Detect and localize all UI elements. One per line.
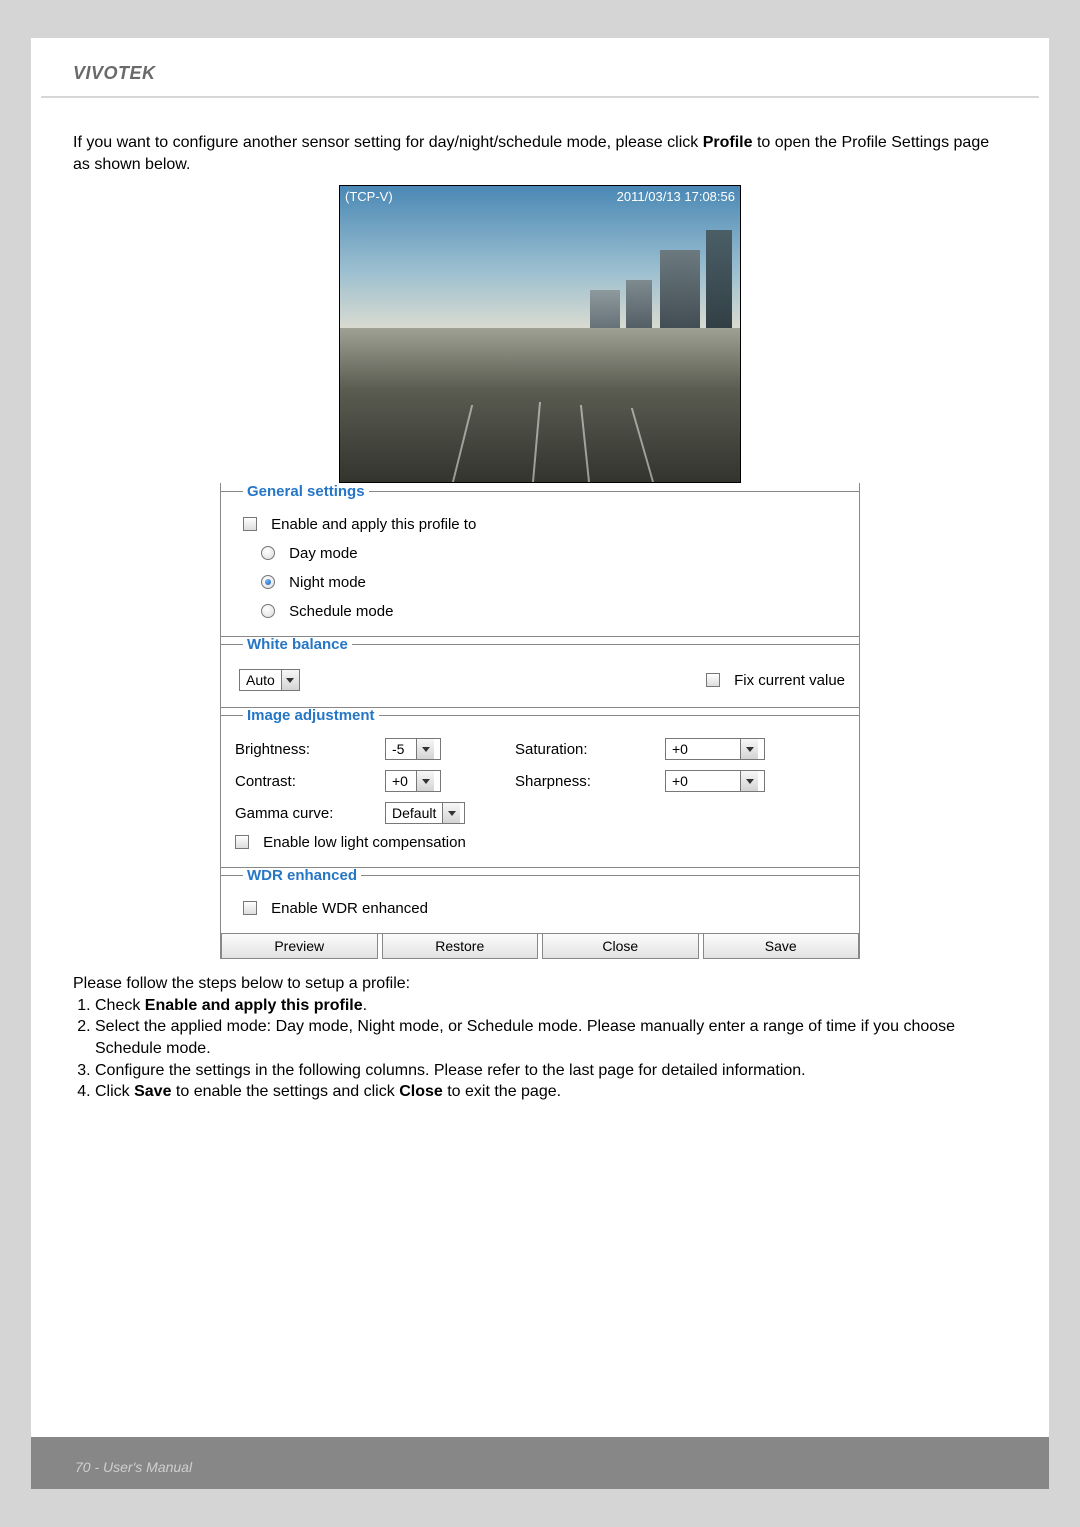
- day-mode-radio[interactable]: [261, 546, 275, 560]
- restore-button[interactable]: Restore: [382, 933, 539, 959]
- image-adjustment-group: Image adjustment Brightness: -5 Saturati…: [221, 707, 859, 868]
- contrast-select[interactable]: +0: [385, 770, 441, 792]
- dropdown-arrow-icon: [740, 739, 758, 759]
- step-4: Click Save to enable the settings and cl…: [95, 1081, 1007, 1103]
- saturation-label: Saturation:: [515, 741, 665, 758]
- schedule-mode-label: Schedule mode: [289, 603, 393, 620]
- steps-intro: Please follow the steps below to setup a…: [73, 973, 1007, 995]
- white-balance-group: White balance Auto Fix current value: [221, 636, 859, 708]
- contrast-value: +0: [386, 773, 416, 789]
- footer-sep: -: [91, 1459, 103, 1475]
- brightness-label: Brightness:: [235, 741, 385, 758]
- brightness-value: -5: [386, 741, 416, 757]
- video-preview: (TCP-V) 2011/03/13 17:08:56: [339, 185, 741, 483]
- low-light-label: Enable low light compensation: [263, 834, 466, 851]
- preview-timestamp: 2011/03/13 17:08:56: [617, 189, 735, 204]
- step-3: Configure the settings in the following …: [95, 1060, 1007, 1082]
- brand-title: VIVOTEK: [31, 38, 1049, 96]
- step-1-a: Check: [95, 997, 145, 1014]
- dropdown-arrow-icon: [740, 771, 758, 791]
- steps-section: Please follow the steps below to setup a…: [73, 959, 1007, 1103]
- intro-paragraph: If you want to configure another sensor …: [73, 132, 1007, 175]
- dropdown-arrow-icon: [416, 771, 434, 791]
- sharpness-label: Sharpness:: [515, 773, 665, 790]
- step-1: Check Enable and apply this profile.: [95, 995, 1007, 1017]
- gamma-select[interactable]: Default: [385, 802, 465, 824]
- image-adjustment-legend: Image adjustment: [243, 707, 379, 724]
- night-mode-radio[interactable]: [261, 575, 275, 589]
- step-4-c: to enable the settings and click: [171, 1083, 399, 1100]
- footer-page: 70: [75, 1459, 91, 1475]
- general-settings-group: General settings Enable and apply this p…: [221, 483, 859, 637]
- brightness-select[interactable]: -5: [385, 738, 441, 760]
- day-mode-label: Day mode: [289, 545, 357, 562]
- step-1-c: .: [363, 997, 367, 1014]
- wdr-enable-checkbox[interactable]: [243, 901, 257, 915]
- wdr-group: WDR enhanced Enable WDR enhanced: [221, 867, 859, 934]
- close-button[interactable]: Close: [542, 933, 699, 959]
- sharpness-select[interactable]: +0: [665, 770, 765, 792]
- footer-text: 70 - User's Manual: [75, 1459, 192, 1475]
- step-4-b: Save: [134, 1083, 171, 1100]
- dropdown-arrow-icon: [442, 803, 460, 823]
- low-light-checkbox[interactable]: [235, 835, 249, 849]
- intro-profile-bold: Profile: [703, 134, 753, 151]
- saturation-select[interactable]: +0: [665, 738, 765, 760]
- step-4-e: to exit the page.: [443, 1083, 561, 1100]
- step-4-a: Click: [95, 1083, 134, 1100]
- general-settings-legend: General settings: [243, 483, 369, 500]
- intro-text-pre: If you want to configure another sensor …: [73, 134, 703, 151]
- footer-title: User's Manual: [103, 1459, 192, 1475]
- saturation-value: +0: [666, 741, 740, 757]
- enable-profile-label: Enable and apply this profile to: [271, 516, 476, 533]
- night-mode-label: Night mode: [289, 574, 366, 591]
- step-2: Select the applied mode: Day mode, Night…: [95, 1016, 1007, 1059]
- schedule-mode-radio[interactable]: [261, 604, 275, 618]
- enable-profile-checkbox[interactable]: [243, 517, 257, 531]
- save-button[interactable]: Save: [703, 933, 860, 959]
- white-balance-value: Auto: [240, 672, 281, 688]
- gamma-label: Gamma curve:: [235, 805, 385, 822]
- preview-connection-label: (TCP-V): [345, 189, 393, 204]
- wdr-enable-label: Enable WDR enhanced: [271, 900, 428, 917]
- step-1-b: Enable and apply this profile: [145, 997, 363, 1014]
- dropdown-arrow-icon: [281, 670, 299, 690]
- white-balance-select[interactable]: Auto: [239, 669, 300, 691]
- contrast-label: Contrast:: [235, 773, 385, 790]
- wdr-legend: WDR enhanced: [243, 867, 361, 884]
- gamma-value: Default: [386, 805, 442, 821]
- step-4-d: Close: [399, 1083, 443, 1100]
- preview-button[interactable]: Preview: [221, 933, 378, 959]
- sharpness-value: +0: [666, 773, 740, 789]
- fix-current-value-label: Fix current value: [734, 672, 845, 689]
- white-balance-legend: White balance: [243, 636, 352, 653]
- dropdown-arrow-icon: [416, 739, 434, 759]
- fix-current-value-checkbox[interactable]: [706, 673, 720, 687]
